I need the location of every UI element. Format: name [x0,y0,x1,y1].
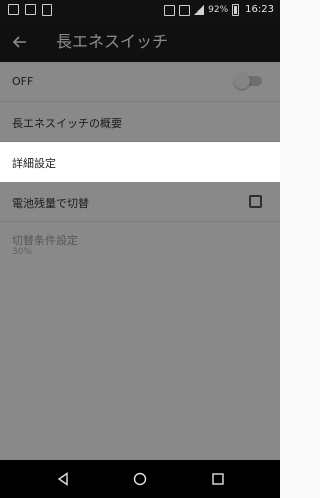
page-title: 長エネスイッチ [56,32,169,51]
status-bar: 92% 16:23 [0,0,280,22]
app-bar: 長エネスイッチ [0,22,280,62]
off-label: OFF [12,75,34,88]
battery-switch-checkbox[interactable] [249,195,262,208]
switch-condition-value: 30% [12,247,33,257]
nav-recents-button[interactable] [206,468,230,490]
off-toggle-row[interactable]: OFF [0,62,280,102]
circle-home-icon [133,472,147,486]
status-icons-right: 92% 16:23 [164,3,274,17]
sim-icon [42,4,52,16]
image-notification-icon [25,4,36,15]
detail-settings-label: 詳細設定 [12,157,56,170]
detail-settings-highlight[interactable]: 詳細設定 [0,142,280,182]
switch-condition-row: 切替条件設定 30% [0,222,280,267]
battery-switch-row[interactable]: 電池残量で切替 [0,182,280,222]
navigation-bar [0,460,280,498]
overview-label: 長エネスイッチの概要 [12,117,122,130]
status-icons-left [8,4,52,16]
overview-row[interactable]: 長エネスイッチの概要 [0,102,280,142]
switch-condition-label: 切替条件設定 [12,234,78,247]
battery-icon [232,4,240,16]
status-time: 16:23 [245,4,274,15]
alarm-icon [164,4,176,16]
sync-icon [179,4,191,16]
square-recents-icon [212,473,224,485]
back-button[interactable] [6,28,34,56]
notification-icon [8,4,19,15]
nav-home-button[interactable] [128,468,152,490]
triangle-back-icon [57,472,68,486]
nav-back-button[interactable] [51,468,75,490]
signal-icon [194,5,205,15]
empty-area [0,267,280,460]
battery-percent: 92% [208,5,229,15]
toggle-knob [234,73,250,89]
battery-switch-label: 電池残量で切替 [12,197,89,210]
master-toggle[interactable] [234,73,262,89]
arrow-left-icon [12,36,26,48]
